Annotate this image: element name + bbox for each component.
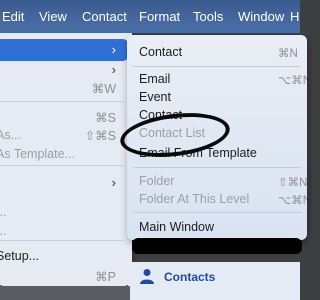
separator: [133, 66, 301, 67]
separator: [0, 165, 124, 166]
submenu-item-main-window[interactable]: Main Window: [139, 218, 307, 238]
separator: [133, 212, 301, 213]
menu-row-save-as-template[interactable]: As Template...: [0, 144, 126, 166]
separator: [0, 240, 124, 241]
submenu-item-folder-at-level[interactable]: Folder At This Level ⌥⌘N: [139, 190, 307, 210]
shortcut: ⌘N: [278, 48, 298, 60]
chevron-right-icon: ›: [111, 175, 116, 190]
shortcut: ⌥⌘N: [278, 195, 307, 207]
redaction-mark: [132, 238, 302, 254]
menu-row-close[interactable]: ⌘W: [0, 78, 126, 100]
separator: [0, 101, 124, 102]
submenu-label: Folder At This Level: [139, 192, 250, 206]
submenu-label: Email: [139, 72, 171, 86]
menu-row-label: Setup...: [0, 249, 40, 263]
submenu-item-folder[interactable]: Folder ⇧⌘N: [139, 172, 307, 192]
chevron-right-icon: ›: [111, 42, 116, 57]
menu-edit[interactable]: Edit: [2, 0, 24, 33]
separator: [133, 167, 301, 168]
submenu-label: Contact: [139, 45, 183, 59]
menu-row-new[interactable]: ›: [0, 40, 126, 62]
submenu-label: Event: [139, 90, 171, 104]
file-menu: › › ⌘W ⌘S As... ⇧⌘S As Template... › ...…: [0, 33, 132, 286]
menu-bar: Edit View Contact Format Tools Window H: [0, 0, 300, 33]
shortcut: ⌥⌘N: [278, 75, 307, 87]
submenu-label: Main Window: [139, 220, 215, 234]
person-icon: [140, 269, 154, 284]
menu-format[interactable]: Format: [139, 0, 180, 33]
submenu-item-event[interactable]: Event: [139, 88, 307, 108]
menu-row-label: As Template...: [0, 147, 75, 161]
shortcut: ⇧⌘N: [278, 177, 307, 189]
shortcut: ⌘S: [95, 111, 116, 125]
menu-tools[interactable]: Tools: [193, 0, 223, 33]
chevron-right-icon: ›: [111, 62, 116, 77]
submenu-item-contact[interactable]: Contact ⌘N: [139, 43, 307, 63]
window-background: [0, 286, 130, 300]
shortcut: ⌘P: [95, 270, 116, 284]
menu-view[interactable]: View: [39, 0, 67, 33]
submenu-label: Folder: [139, 174, 175, 188]
shortcut: ⌘W: [91, 82, 116, 96]
menu-help[interactable]: H: [290, 0, 299, 33]
menu-row-label: As...: [0, 128, 22, 142]
submenu-item-email[interactable]: Email ⌥⌘N: [139, 70, 307, 90]
contacts-tab[interactable]: Contacts: [140, 268, 290, 288]
menu-row-label: ...: [0, 205, 7, 219]
menu-row-label: ...: [0, 224, 7, 238]
menu-contact[interactable]: Contact: [82, 0, 127, 33]
shortcut: ⇧⌘S: [84, 129, 116, 143]
menu-row-print[interactable]: ⌘P: [0, 266, 126, 286]
menu-window[interactable]: Window: [238, 0, 284, 33]
menu-row-submenu[interactable]: ›: [0, 173, 126, 195]
menu-row-page-setup[interactable]: Setup...: [0, 246, 126, 268]
contacts-label: Contacts: [164, 270, 216, 284]
